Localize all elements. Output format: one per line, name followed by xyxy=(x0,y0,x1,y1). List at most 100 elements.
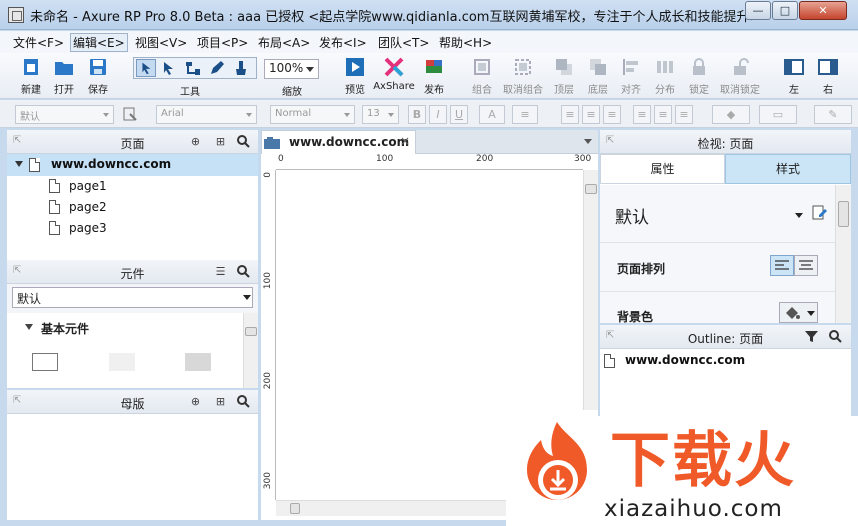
tab-properties[interactable]: 属性 xyxy=(600,154,725,184)
zoom-select[interactable]: 100% xyxy=(264,59,319,79)
minimize-button[interactable]: — xyxy=(745,1,771,20)
horizontal-ruler: 0 100 200 300 xyxy=(276,154,591,170)
distribute-button[interactable]: 分布 xyxy=(651,57,679,96)
canvas-horizontal-scrollbar[interactable] xyxy=(276,500,506,516)
font-weight-select[interactable]: Normal xyxy=(270,105,355,124)
align-top-button[interactable]: ≡ xyxy=(633,105,651,124)
preview-button[interactable]: 预览 xyxy=(340,57,370,96)
edit-style-icon[interactable] xyxy=(812,205,828,221)
font-size-select[interactable]: 13 xyxy=(362,105,399,124)
connector-icon[interactable] xyxy=(183,59,203,77)
collapse-arrow-icon[interactable] xyxy=(25,324,33,334)
align-middle-button[interactable]: ≡ xyxy=(654,105,672,124)
save-button[interactable]: 保存 xyxy=(83,57,113,96)
align-center-icon xyxy=(799,260,813,270)
search-icon[interactable] xyxy=(828,329,843,344)
scroll-thumb[interactable] xyxy=(290,503,300,514)
left-panel-button[interactable]: 左 xyxy=(782,57,806,96)
save-icon xyxy=(90,59,106,75)
font-select[interactable]: Arial xyxy=(156,105,257,124)
align-left-button[interactable] xyxy=(770,255,794,276)
menu-help[interactable]: 帮助<H> xyxy=(439,34,492,51)
group-button[interactable]: 组合 xyxy=(468,57,496,96)
add-folder-icon[interactable]: ⊞ xyxy=(213,134,228,149)
search-icon[interactable] xyxy=(236,394,251,409)
tab-document[interactable]: www.downcc.com × xyxy=(261,130,416,154)
style-select[interactable]: 默认 xyxy=(15,105,114,124)
zoom-label: 缩放 xyxy=(282,87,302,98)
search-icon[interactable] xyxy=(236,264,251,279)
align-right-button[interactable]: ≡ xyxy=(603,105,621,124)
scroll-thumb[interactable] xyxy=(838,201,849,227)
bring-front-button[interactable]: 顶层 xyxy=(550,57,578,96)
collapse-arrow-icon[interactable] xyxy=(15,161,23,167)
new-button[interactable]: 新建 xyxy=(16,57,46,96)
bullet-button[interactable]: ≡ xyxy=(512,105,538,124)
italic-button[interactable]: I xyxy=(429,105,447,124)
line-color-button[interactable]: ✎ xyxy=(814,105,852,124)
background-color-label: 背景色 xyxy=(617,310,654,324)
tree-root-item[interactable]: www.downcc.com xyxy=(7,154,258,176)
menu-view[interactable]: 视图<V> xyxy=(135,34,187,51)
pen-icon[interactable] xyxy=(207,59,227,77)
publish-button[interactable]: 发布 xyxy=(420,57,448,96)
widget-box[interactable] xyxy=(32,353,58,371)
canvas-vertical-scrollbar[interactable] xyxy=(583,170,598,410)
align-left-button[interactable]: ≡ xyxy=(561,105,579,124)
library-select[interactable]: 默认 xyxy=(12,287,253,308)
align-button[interactable]: 对齐 xyxy=(617,57,645,96)
underline-button[interactable]: U xyxy=(450,105,468,124)
scroll-thumb[interactable] xyxy=(245,327,257,336)
align-center-button[interactable]: ≡ xyxy=(582,105,600,124)
format-toolbar: 默认 Arial Normal 13 B I U A ≡ ≡ ≡ ≡ ≡ ≡ ≡… xyxy=(0,100,858,128)
menu-team[interactable]: 团队<T> xyxy=(378,34,429,51)
format-painter-icon[interactable] xyxy=(231,59,251,77)
inspector-panel-title: 检视: 页面 xyxy=(697,137,754,151)
tab-style[interactable]: 样式 xyxy=(725,154,851,184)
add-folder-icon[interactable]: ⊞ xyxy=(213,394,228,409)
widget-library: 基本元件 xyxy=(7,313,243,388)
menu-file[interactable]: 文件<F> xyxy=(13,34,64,51)
widget-image[interactable] xyxy=(185,353,211,371)
widgets-scrollbar[interactable] xyxy=(243,313,258,388)
menu-edit[interactable]: 编辑<E> xyxy=(70,33,128,52)
align-center-button[interactable] xyxy=(794,255,818,276)
pages-panel-header: ⇱ 页面 ⊕ ⊞ xyxy=(7,130,258,154)
text-color-button[interactable]: A xyxy=(479,105,505,124)
unlock-button[interactable]: 取消锁定 xyxy=(718,57,762,96)
brand-url: xiazaihuo.com xyxy=(604,496,783,522)
lock-button[interactable]: 锁定 xyxy=(685,57,713,96)
menu-layout[interactable]: 布局<A> xyxy=(258,34,310,51)
select-intersect-icon[interactable] xyxy=(136,59,156,77)
right-panel-button[interactable]: 右 xyxy=(816,57,840,96)
bg-color-button[interactable] xyxy=(779,302,818,323)
align-bottom-button[interactable]: ≡ xyxy=(675,105,693,124)
axshare-button[interactable]: AxShare xyxy=(373,57,415,92)
search-icon[interactable] xyxy=(236,134,251,149)
bold-button[interactable]: B xyxy=(408,105,426,124)
fill-color-button[interactable]: ◆ xyxy=(712,105,750,124)
style-manager-icon[interactable] xyxy=(123,107,138,122)
open-button[interactable]: 打开 xyxy=(49,57,79,96)
select-contain-icon[interactable] xyxy=(159,59,179,77)
menu-project[interactable]: 项目<P> xyxy=(197,34,248,51)
add-page-icon[interactable]: ⊕ xyxy=(188,134,203,149)
close-icon[interactable]: × xyxy=(400,134,410,148)
section-title: 基本元件 xyxy=(41,322,90,336)
close-button[interactable]: ✕ xyxy=(799,1,847,20)
chevron-down-icon[interactable] xyxy=(795,213,803,222)
filter-icon[interactable] xyxy=(804,329,819,344)
tab-list-icon[interactable] xyxy=(584,139,592,148)
ungroup-button[interactable]: 取消组合 xyxy=(502,57,544,96)
menu-publish[interactable]: 发布<I> xyxy=(319,34,367,51)
send-back-button[interactable]: 底层 xyxy=(584,57,612,96)
scroll-thumb[interactable] xyxy=(585,184,597,194)
lock-icon xyxy=(693,58,705,75)
new-icon xyxy=(24,59,38,75)
add-master-icon[interactable]: ⊕ xyxy=(188,394,203,409)
maximize-button[interactable]: □ xyxy=(772,1,798,20)
widget-placeholder[interactable] xyxy=(109,353,135,371)
inspector-scrollbar[interactable] xyxy=(835,185,851,323)
shadow-button[interactable]: ▭ xyxy=(759,105,797,124)
menu-icon[interactable]: ☰ xyxy=(213,264,228,279)
